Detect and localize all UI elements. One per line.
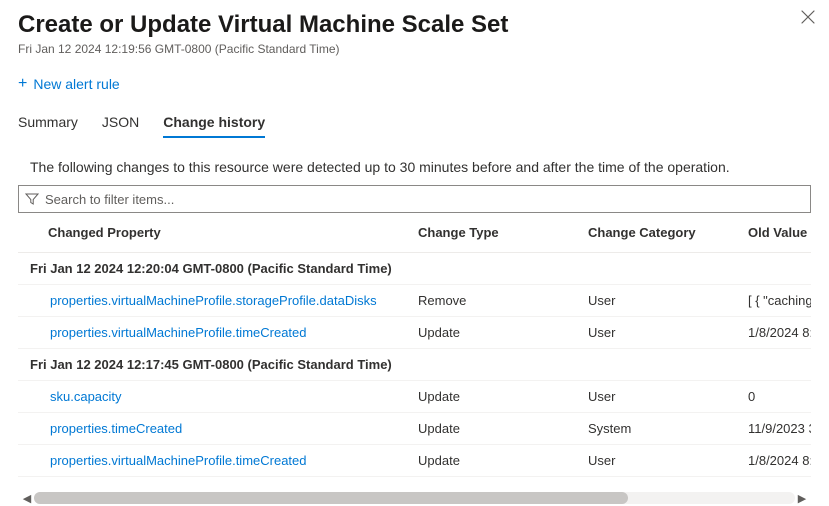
scrollbar-track[interactable] (34, 492, 795, 504)
group-header[interactable]: Fri Jan 12 2024 12:17:45 GMT-0800 (Pacif… (18, 349, 811, 381)
table-scroll[interactable]: Changed Property Change Type Change Cate… (18, 213, 811, 486)
table-row: properties.timeCreated Update System 11/… (18, 413, 811, 445)
col-old-value[interactable]: Old Value (748, 225, 811, 240)
table-row: properties.virtualMachineProfile.storage… (18, 285, 811, 317)
cell-old-value: 11/9/2023 3:44:42 PM (748, 421, 811, 436)
search-input[interactable] (45, 192, 804, 207)
new-alert-rule-label: New alert rule (33, 76, 119, 92)
col-type[interactable]: Change Type (418, 225, 588, 240)
col-property[interactable]: Changed Property (18, 225, 418, 240)
cell-type: Update (418, 325, 588, 340)
property-link[interactable]: sku.capacity (50, 389, 122, 404)
command-bar: + New alert rule (18, 76, 811, 92)
property-link[interactable]: properties.virtualMachineProfile.timeCre… (50, 325, 307, 340)
table-row: sku.capacity Update User 0 (18, 381, 811, 413)
changes-table: Changed Property Change Type Change Cate… (18, 213, 811, 477)
change-history-pane: Create or Update Virtual Machine Scale S… (0, 0, 829, 506)
cell-type: Update (418, 453, 588, 468)
tab-change-history[interactable]: Change history (163, 108, 265, 138)
table-row: properties.virtualMachineProfile.timeCre… (18, 317, 811, 349)
table-header: Changed Property Change Type Change Cate… (18, 213, 811, 253)
page-subtitle: Fri Jan 12 2024 12:19:56 GMT-0800 (Pacif… (18, 42, 811, 56)
horizontal-scrollbar[interactable]: ◀ ▶ (18, 490, 811, 506)
cell-old-value: 1/8/2024 8:52:58 PM (748, 453, 811, 468)
search-box[interactable] (18, 185, 811, 213)
description-text: The following changes to this resource w… (18, 159, 811, 175)
cell-type: Remove (418, 293, 588, 308)
property-link[interactable]: properties.virtualMachineProfile.storage… (50, 293, 377, 308)
scroll-right-arrow-icon[interactable]: ▶ (795, 492, 809, 505)
group-header[interactable]: Fri Jan 12 2024 12:20:04 GMT-0800 (Pacif… (18, 253, 811, 285)
scroll-left-arrow-icon[interactable]: ◀ (20, 492, 34, 505)
cell-category: User (588, 453, 748, 468)
close-button[interactable] (801, 10, 815, 29)
table-row: properties.virtualMachineProfile.timeCre… (18, 445, 811, 477)
cell-old-value: [ { "caching": "None", (748, 293, 811, 308)
plus-icon: + (18, 76, 27, 92)
close-icon (801, 10, 815, 24)
filter-icon (25, 192, 39, 206)
cell-category: System (588, 421, 748, 436)
tab-json[interactable]: JSON (102, 108, 139, 138)
col-category[interactable]: Change Category (588, 225, 748, 240)
cell-old-value: 0 (748, 389, 811, 404)
property-link[interactable]: properties.timeCreated (50, 421, 182, 436)
cell-type: Update (418, 389, 588, 404)
cell-type: Update (418, 421, 588, 436)
property-link[interactable]: properties.virtualMachineProfile.timeCre… (50, 453, 307, 468)
cell-category: User (588, 325, 748, 340)
page-title: Create or Update Virtual Machine Scale S… (18, 10, 811, 40)
scrollbar-thumb[interactable] (34, 492, 628, 504)
tabs: Summary JSON Change history (18, 108, 811, 139)
cell-category: User (588, 293, 748, 308)
cell-old-value: 1/8/2024 8:52:58 PM (748, 325, 811, 340)
cell-category: User (588, 389, 748, 404)
new-alert-rule-button[interactable]: + New alert rule (18, 76, 120, 92)
tab-summary[interactable]: Summary (18, 108, 78, 138)
